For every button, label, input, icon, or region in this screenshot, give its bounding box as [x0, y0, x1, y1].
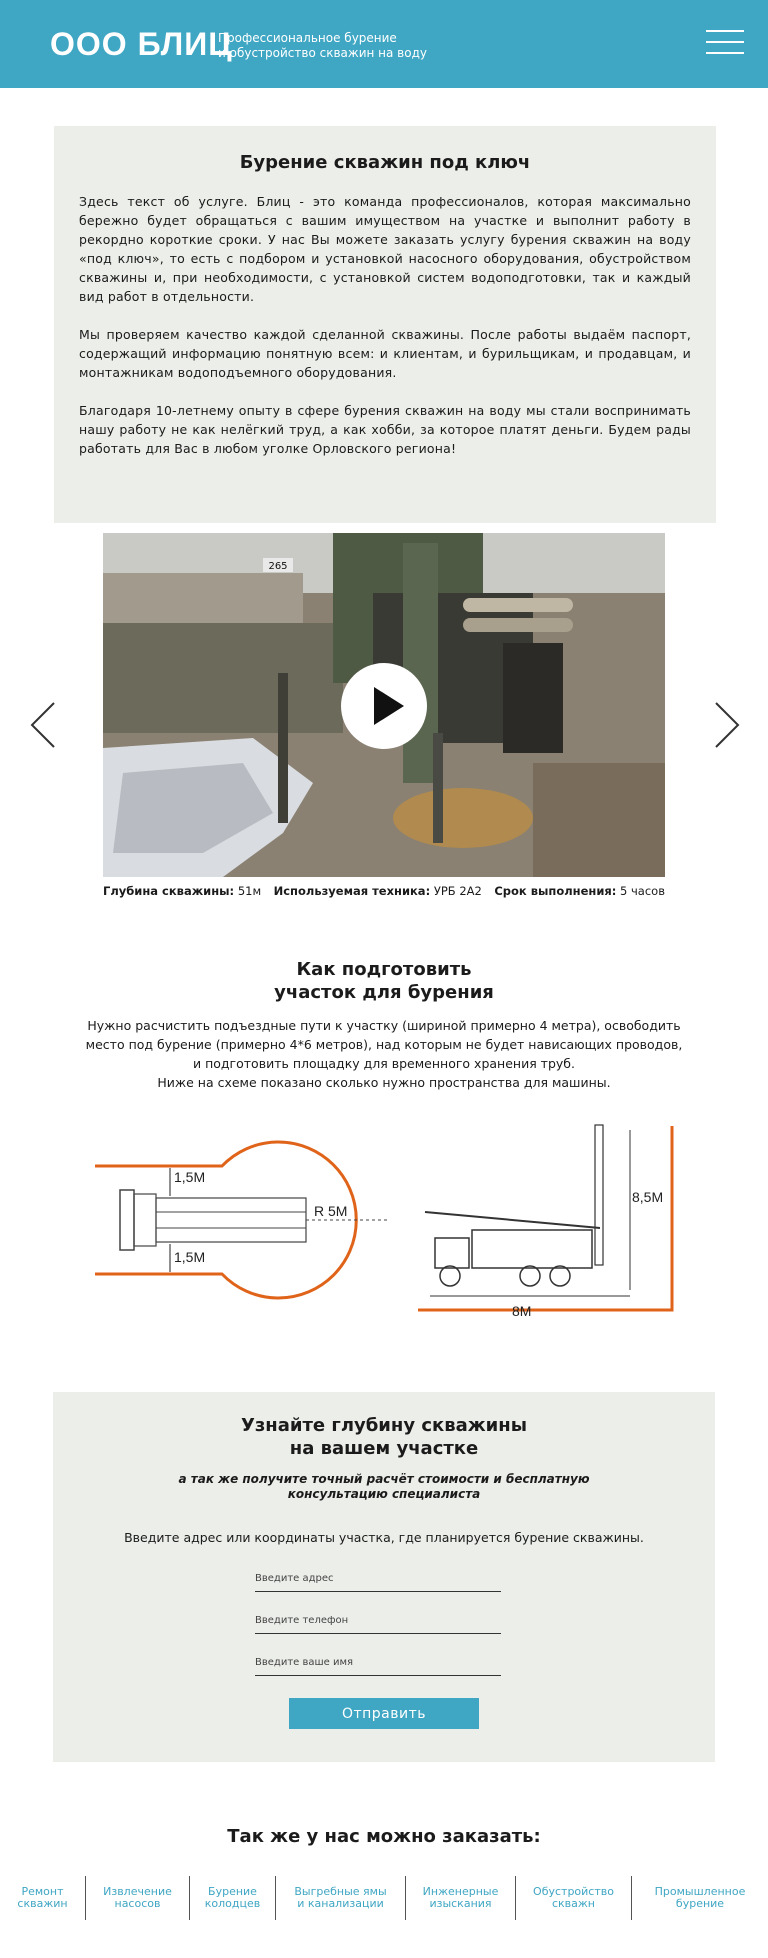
service-section: Бурение скважин под ключ Здесь текст об … [54, 126, 716, 523]
drilling-video-thumbnail[interactable]: 265 [103, 533, 665, 877]
depth-value: 51м [237, 884, 262, 898]
prev-arrow-icon[interactable] [28, 700, 58, 750]
top-gap-label: 1,5М [174, 1169, 205, 1185]
service-text: Здесь текст об услуге. Блиц - это команд… [79, 192, 691, 477]
video-caption: Глубина скважины: 51м Используемая техни… [103, 884, 665, 898]
form-subtitle-line: а так же получите точный расчёт стоимост… [178, 1472, 590, 1486]
prep-title-line: участок для бурения [274, 982, 494, 1003]
radius-label: R 5М [314, 1203, 347, 1219]
service-paragraph: Мы проверяем качество каждой сделанной с… [79, 327, 691, 380]
tagline-line: и обустройство скважин на воду [218, 46, 427, 60]
form-description: Введите адрес или координаты участка, гд… [124, 1530, 644, 1545]
service-link-pump-removal[interactable]: Извлечение насосов [86, 1876, 190, 1920]
form-subtitle-line: консультацию специалиста [287, 1487, 481, 1501]
depth-info: Глубина скважины: 51м [103, 884, 261, 898]
prep-text-line: место под бурение (примерно 4*6 метров),… [85, 1037, 683, 1052]
tagline: Профессиональное бурение и обустройство … [218, 31, 427, 61]
service-paragraph: Благодаря 10-летнему опыту в сфере бурен… [79, 403, 691, 456]
play-icon[interactable] [341, 663, 427, 749]
height-label: 8,5М [632, 1189, 663, 1205]
term-label: Срок выполнения: [494, 884, 617, 898]
service-title: Бурение скважин под ключ [239, 152, 531, 173]
form-title: Узнайте глубину скважины на вашем участк… [53, 1414, 715, 1460]
equipment-info: Используемая техника: УРБ 2А2 [274, 884, 482, 898]
prep-text-line: и подготовить площадку для временного хр… [193, 1056, 575, 1071]
logo[interactable]: ООО БЛИЦ [50, 26, 233, 63]
service-link-industrial[interactable]: Промышленное бурение [632, 1876, 768, 1920]
prep-text-line: Нужно расчистить подъездные пути к участ… [87, 1018, 681, 1033]
service-link-surveys[interactable]: Инженерные изыскания [406, 1876, 516, 1920]
length-label: 8М [512, 1303, 531, 1319]
name-input[interactable] [255, 1654, 501, 1676]
prep-title: Как подготовить участок для бурения [0, 958, 768, 1004]
tagline-line: Профессиональное бурение [218, 31, 397, 45]
link-line: колодцев [204, 1897, 261, 1910]
term-value: 5 часов [620, 884, 665, 898]
next-arrow-icon[interactable] [712, 700, 742, 750]
link-line: изыскания [429, 1897, 492, 1910]
service-link-sewage[interactable]: Выгребные ямы и канализации [276, 1876, 406, 1920]
also-title: Так же у нас можно заказать: [227, 1826, 541, 1847]
depth-request-form: Узнайте глубину скважины на вашем участк… [53, 1392, 715, 1762]
service-link-repair[interactable]: Ремонт скважин [0, 1876, 86, 1920]
plate-text: 265 [268, 561, 287, 572]
link-line: насосов [114, 1897, 161, 1910]
link-line: бурение [675, 1897, 725, 1910]
service-link-arrangement[interactable]: Обустройство скважн [516, 1876, 632, 1920]
submit-button[interactable]: Отправить [289, 1698, 479, 1729]
site-scheme-diagram: 1,5М 1,5М R 5М 8,5М 8М [95, 1124, 674, 1319]
phone-input[interactable] [255, 1612, 501, 1634]
equipment-label: Используемая техника: [273, 884, 431, 898]
side-view-outline [418, 1126, 674, 1312]
prep-title-line: Как подготовить [296, 959, 472, 980]
link-line: скважин [17, 1897, 68, 1910]
depth-label: Глубина скважины: [103, 884, 235, 898]
term-info: Срок выполнения: 5 часов [494, 884, 665, 898]
address-input[interactable] [255, 1570, 501, 1592]
service-paragraph: Здесь текст об услуге. Блиц - это команд… [79, 194, 691, 304]
site-header: ООО БЛИЦ Профессиональное бурение и обус… [0, 0, 768, 88]
menu-icon[interactable] [706, 30, 744, 56]
bottom-gap-label: 1,5М [174, 1249, 205, 1265]
link-line: скважн [551, 1897, 596, 1910]
service-link-wells[interactable]: Бурение колодцев [190, 1876, 276, 1920]
form-title-line: на вашем участке [289, 1438, 479, 1459]
link-line: и канализации [297, 1897, 384, 1910]
form-subtitle: а так же получите точный расчёт стоимост… [53, 1472, 715, 1502]
services-nav: Ремонт скважин Извлечение насосов Бурение к… [0, 1876, 768, 1920]
form-title-line: Узнайте глубину скважины [240, 1415, 528, 1436]
prep-text-line: Ниже на схеме показано сколько нужно про… [157, 1075, 611, 1090]
prep-text: Нужно расчистить подъездные пути к участ… [64, 1016, 704, 1092]
equipment-value: УРБ 2А2 [433, 884, 482, 898]
